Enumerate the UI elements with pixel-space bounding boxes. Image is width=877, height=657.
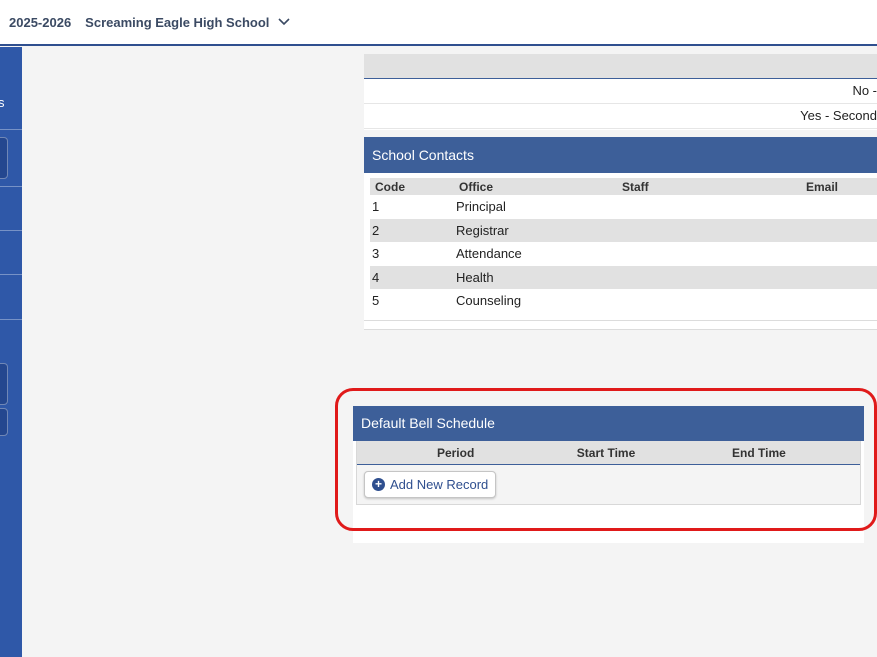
add-new-record-button[interactable]: + Add New Record [364, 471, 497, 498]
contact-email [801, 242, 877, 266]
contact-office: Principal [456, 199, 506, 215]
column-header-staff[interactable]: Staff [617, 178, 801, 195]
top-header: 2025-2026 Screaming Eagle High School [0, 0, 877, 46]
school-year[interactable]: 2025-2026 [9, 15, 71, 30]
contact-code: 1 [372, 199, 380, 215]
contact-staff [617, 242, 801, 266]
column-header-period[interactable]: Period [357, 441, 554, 464]
contact-office: Attendance [456, 246, 522, 262]
contact-email [801, 265, 877, 289]
sidebar-divider [0, 274, 22, 275]
sidebar-item[interactable] [0, 363, 8, 405]
contact-staff [617, 195, 801, 219]
table-header [364, 54, 877, 79]
add-new-record-label: Add New Record [390, 477, 489, 492]
bell-schedule-title: Default Bell Schedule [353, 406, 864, 441]
contact-email [801, 218, 877, 242]
bell-schedule-panel: Default Bell Schedule Period Start Time … [353, 406, 864, 543]
school-contacts-panel: School Contacts Code Office Staff Email … [364, 137, 877, 330]
table-row[interactable]: 1 Principal [370, 195, 877, 219]
contact-code: 5 [372, 293, 380, 309]
contact-code: 2 [370, 218, 454, 242]
school-contacts-table: Code Office Staff Email 1 Principal 2 Re… [370, 178, 877, 313]
contact-office: Health [454, 265, 617, 289]
school-name: Screaming Eagle High School [85, 14, 270, 30]
table-header-row: Code Office Staff Email [370, 178, 877, 195]
sidebar-divider [0, 230, 22, 231]
plus-circle-icon: + [372, 478, 385, 491]
table-row[interactable]: 2 Registrar [370, 218, 877, 242]
column-header-code[interactable]: Code [370, 178, 454, 195]
school-selector[interactable]: Screaming Eagle High School [85, 15, 290, 30]
table-row[interactable]: 3 Attendance [370, 242, 877, 266]
table-row[interactable]: 4 Health [370, 265, 877, 289]
contact-staff [617, 218, 801, 242]
contact-email [801, 195, 877, 219]
contact-staff [617, 265, 801, 289]
column-header-office[interactable]: Office [454, 178, 617, 195]
chevron-down-icon [278, 18, 290, 26]
contact-email [801, 289, 877, 313]
column-header-email[interactable]: Email [801, 178, 877, 195]
settings-table: No - Yes - Second [364, 54, 877, 130]
contact-staff [617, 289, 801, 313]
divider [364, 320, 877, 321]
table-cell: No - [852, 83, 877, 98]
table-row: No - [364, 79, 877, 104]
column-header-start-time[interactable]: Start Time [554, 441, 658, 464]
sidebar: s [0, 47, 22, 657]
school-contacts-title: School Contacts [364, 137, 877, 173]
column-header-end-time[interactable]: End Time [658, 441, 860, 464]
sidebar-divider [0, 186, 22, 187]
contact-code: 3 [372, 246, 380, 262]
table-row: Yes - Second [364, 104, 877, 129]
contact-office: Counseling [456, 293, 522, 309]
contact-office: Registrar [454, 218, 617, 242]
sidebar-item[interactable] [0, 408, 8, 436]
contact-code: 4 [370, 265, 454, 289]
table-cell: Yes - Second [800, 108, 877, 123]
sidebar-divider [0, 129, 22, 130]
sidebar-item[interactable] [0, 137, 8, 179]
table-header-row: Period Start Time End Time [357, 441, 860, 465]
bell-schedule-grid: Period Start Time End Time + Add New Rec… [356, 441, 861, 505]
sidebar-divider [0, 319, 22, 320]
sidebar-partial-label: s [0, 95, 5, 110]
table-row[interactable]: 5 Counseling [370, 289, 877, 313]
